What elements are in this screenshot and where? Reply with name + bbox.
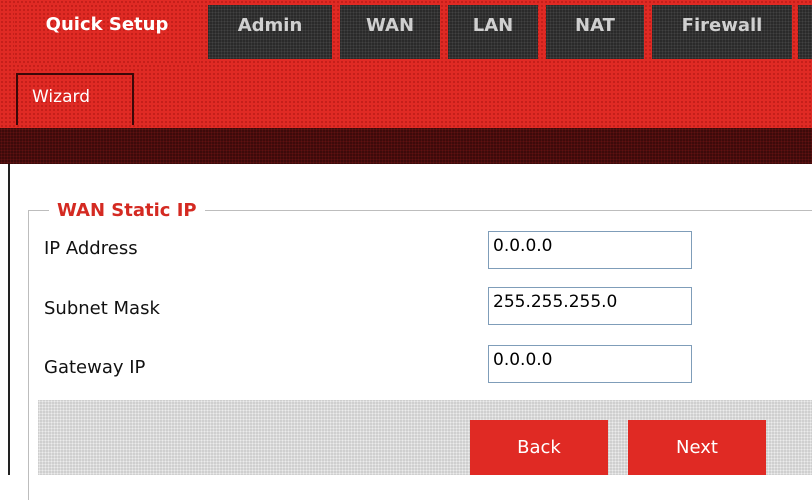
gateway-ip-input[interactable]: 0.0.0.0 [488, 345, 692, 383]
header-divider-band [0, 128, 812, 164]
button-bar: Back Next [38, 400, 812, 475]
subnet-mask-label: Subnet Mask [44, 298, 160, 319]
subnet-mask-input[interactable]: 255.255.255.0 [488, 287, 692, 325]
section-title: WAN Static IP [57, 200, 197, 221]
ip-address-input[interactable]: 0.0.0.0 [488, 231, 692, 269]
subnav-item-wizard[interactable]: Wizard [16, 73, 134, 125]
back-button[interactable]: Back [470, 420, 608, 475]
ip-address-label: IP Address [44, 238, 138, 259]
tab-quick-setup[interactable]: Quick Setup [14, 4, 200, 64]
tab-wan[interactable]: WAN [340, 5, 440, 59]
tab-more[interactable] [798, 5, 812, 59]
tab-lan[interactable]: LAN [448, 5, 538, 59]
next-button[interactable]: Next [628, 420, 766, 475]
tab-firewall[interactable]: Firewall [652, 5, 792, 59]
tab-nat[interactable]: NAT [546, 5, 644, 59]
gateway-ip-label: Gateway IP [44, 357, 146, 378]
tab-admin[interactable]: Admin [208, 5, 332, 59]
top-nav: Quick Setup Admin WAN LAN NAT Firewall [0, 0, 812, 64]
sub-nav: Wizard [0, 64, 812, 128]
